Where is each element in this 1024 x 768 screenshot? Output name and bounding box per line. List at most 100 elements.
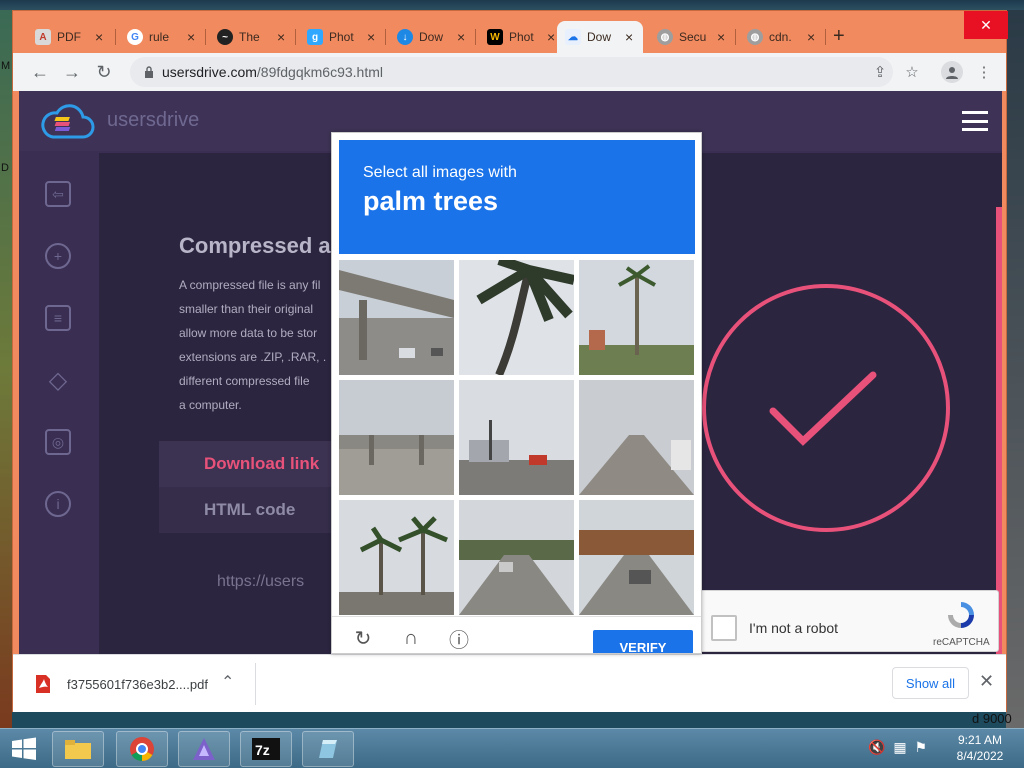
usersdrive-logo-icon[interactable] bbox=[41, 103, 95, 139]
address-bar[interactable]: usersdrive.com/89fdgqkm6c93.html bbox=[130, 57, 893, 87]
tab-pdf[interactable]: A PDF × bbox=[27, 23, 103, 51]
browser-toolbar: ← → ↻ usersdrive.com/89fdgqkm6c93.html ⇪… bbox=[13, 53, 1006, 91]
clock-time: 9:21 AM bbox=[957, 733, 1003, 747]
headphones-icon[interactable]: ∩ bbox=[398, 625, 424, 651]
tab-close-icon[interactable]: × bbox=[625, 29, 633, 45]
paragraph-line: smaller than their original bbox=[179, 302, 314, 316]
reload-challenge-icon[interactable]: ↻ bbox=[350, 625, 376, 651]
tab-google[interactable]: G rule × bbox=[119, 23, 195, 51]
download-site-icon: ↓ bbox=[397, 29, 413, 45]
captcha-tile-5[interactable] bbox=[459, 380, 574, 495]
tab-dow-1[interactable]: ↓ Dow × bbox=[389, 23, 465, 51]
sign-in-icon[interactable]: ⇦ bbox=[45, 181, 71, 207]
tab-phot-2[interactable]: W Phot × bbox=[479, 23, 555, 51]
tab-close-icon[interactable]: × bbox=[187, 29, 195, 45]
tab-the[interactable]: ~ The × bbox=[209, 23, 285, 51]
windows-start-icon[interactable] bbox=[4, 733, 44, 765]
clock[interactable]: 9:21 AM 8/4/2022 bbox=[950, 732, 1010, 764]
download-link-button[interactable]: Download link bbox=[159, 441, 339, 487]
captcha-tile-2[interactable] bbox=[459, 260, 574, 375]
captcha-tile-6[interactable] bbox=[579, 380, 694, 495]
globe-icon: ◍ bbox=[747, 29, 763, 45]
tab-cdn[interactable]: ◍ cdn. × bbox=[739, 23, 815, 51]
desktop-left-strip bbox=[0, 10, 12, 728]
more-menu-icon[interactable]: ⋮ bbox=[973, 61, 995, 83]
close-icon[interactable]: ✕ bbox=[979, 671, 994, 692]
chevron-up-icon[interactable]: ⌃ bbox=[221, 672, 234, 692]
7zip-icon[interactable]: 7z bbox=[240, 731, 292, 767]
desktop-top-strip bbox=[0, 0, 1024, 10]
not-robot-checkbox[interactable] bbox=[711, 615, 737, 641]
captcha-tile-1[interactable] bbox=[339, 260, 454, 375]
html-code-button[interactable]: HTML code bbox=[159, 487, 339, 533]
tab-dow-active[interactable]: ☁ Dow × bbox=[557, 21, 643, 53]
tab-separator bbox=[735, 29, 736, 45]
flag-icon[interactable]: ⚑ bbox=[914, 739, 927, 755]
money-icon[interactable]: ◎ bbox=[45, 429, 71, 455]
window-close-icon[interactable]: ✕ bbox=[964, 11, 1008, 39]
tab-close-icon[interactable]: × bbox=[457, 29, 465, 45]
brand-name: usersdrive bbox=[107, 109, 200, 131]
captcha-tile-3[interactable] bbox=[579, 260, 694, 375]
add-user-icon[interactable]: + bbox=[45, 243, 71, 269]
captcha-tile-4[interactable] bbox=[339, 380, 454, 495]
side-nav: ⇦ + ≡ ◇ ◎ i bbox=[19, 151, 99, 654]
svg-text:7z: 7z bbox=[255, 742, 270, 758]
tab-phot-1[interactable]: g Phot × bbox=[299, 23, 375, 51]
tab-strip: A PDF × G rule × ~ The × g Phot × ↓ Dow … bbox=[13, 11, 1008, 53]
lock-icon bbox=[142, 65, 156, 79]
volume-muted-icon[interactable]: 🔇 bbox=[868, 739, 885, 755]
scrollbar-accent[interactable] bbox=[996, 207, 1002, 654]
paragraph-line: extensions are .ZIP, .RAR, . bbox=[179, 350, 327, 364]
hamburger-menu-icon[interactable] bbox=[962, 111, 988, 131]
recaptcha-widget: I'm not a robot reCAPTCHA bbox=[696, 590, 999, 652]
show-all-button[interactable]: Show all bbox=[892, 667, 969, 699]
chrome-icon[interactable] bbox=[116, 731, 168, 767]
tab-separator bbox=[385, 29, 386, 45]
tab-close-icon[interactable]: × bbox=[547, 29, 555, 45]
verify-button[interactable]: VERIFY bbox=[593, 630, 693, 653]
paragraph-line: allow more data to be stor bbox=[179, 326, 318, 340]
system-tray: 🔇 ▦ ⚑ bbox=[868, 739, 927, 756]
pdf-app-icon: A bbox=[35, 29, 51, 45]
captcha-tile-8[interactable] bbox=[459, 500, 574, 615]
tab-label: Dow bbox=[419, 30, 444, 44]
notes-app-icon[interactable] bbox=[302, 731, 354, 767]
tab-close-icon[interactable]: × bbox=[367, 29, 375, 45]
forward-arrow-icon[interactable]: → bbox=[61, 61, 83, 83]
tab-separator bbox=[115, 29, 116, 45]
tab-separator bbox=[295, 29, 296, 45]
network-icon[interactable]: ▦ bbox=[893, 739, 906, 755]
info-icon[interactable]: i bbox=[45, 491, 71, 517]
checkmark-circle-icon bbox=[702, 284, 950, 532]
tab-close-icon[interactable]: × bbox=[277, 29, 285, 45]
google-icon: G bbox=[127, 29, 143, 45]
tab-label: The bbox=[239, 30, 260, 44]
tab-label: Phot bbox=[329, 30, 354, 44]
captcha-tile-9[interactable] bbox=[579, 500, 694, 615]
info-icon[interactable]: ⓘ bbox=[446, 625, 472, 652]
download-bar: f3755601f736e3b2....pdf ⌃ Show all ✕ bbox=[13, 654, 1006, 712]
new-tab-plus-icon[interactable]: + bbox=[833, 25, 845, 48]
tab-close-icon[interactable]: × bbox=[807, 29, 815, 45]
download-filename[interactable]: f3755601f736e3b2....pdf bbox=[67, 677, 208, 692]
file-explorer-icon[interactable] bbox=[52, 731, 104, 767]
desktop-fragment-d: D bbox=[1, 162, 9, 174]
captcha-tile-7[interactable] bbox=[339, 500, 454, 615]
back-arrow-icon[interactable]: ← bbox=[29, 61, 51, 83]
tab-close-icon[interactable]: × bbox=[95, 29, 103, 45]
news-icon[interactable]: ≡ bbox=[45, 305, 71, 331]
share-icon[interactable]: ⇪ bbox=[869, 61, 891, 83]
app-a-icon[interactable] bbox=[178, 731, 230, 767]
taskbar: 7z 🔇 ▦ ⚑ 9:21 AM 8/4/2022 bbox=[0, 728, 1024, 768]
desktop-right-strip bbox=[1006, 10, 1024, 728]
link-preview-text[interactable]: https://users bbox=[217, 573, 304, 591]
tab-label: Secu bbox=[679, 30, 707, 44]
reload-icon[interactable]: ↻ bbox=[93, 61, 115, 83]
diamond-icon[interactable]: ◇ bbox=[45, 367, 71, 394]
tab-secu[interactable]: ◍ Secu × bbox=[649, 23, 725, 51]
tab-label: Phot bbox=[509, 30, 534, 44]
tab-close-icon[interactable]: × bbox=[717, 29, 725, 45]
profile-avatar-icon[interactable] bbox=[941, 61, 963, 83]
bookmark-star-icon[interactable]: ☆ bbox=[901, 61, 923, 83]
